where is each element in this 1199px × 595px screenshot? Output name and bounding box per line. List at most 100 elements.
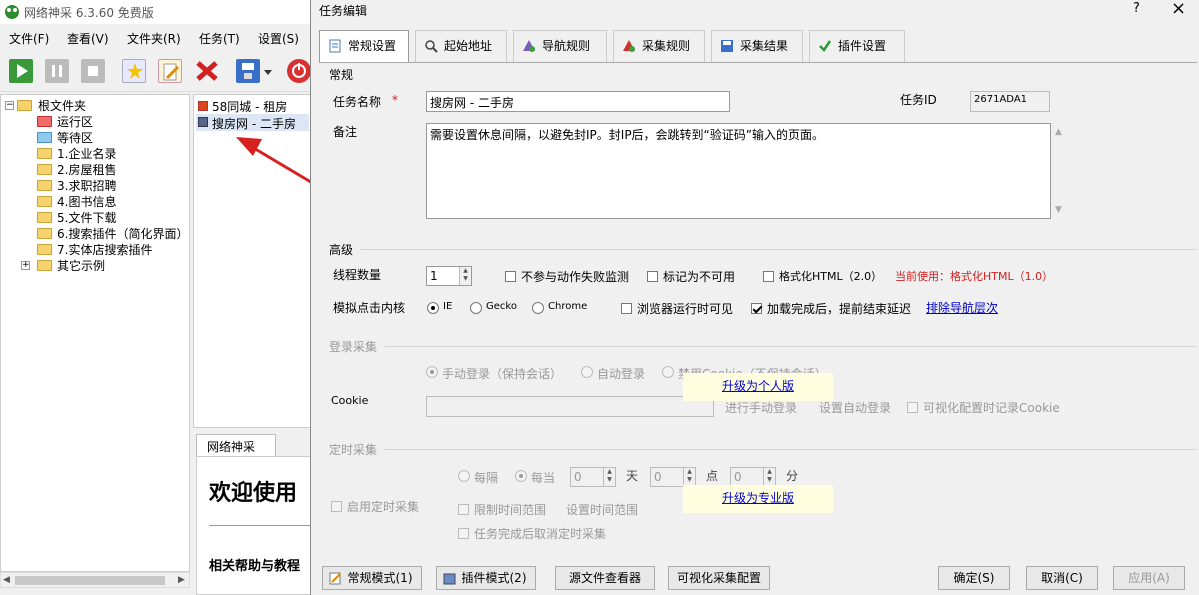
hour-stepper[interactable]: 0 ▲▼: [650, 467, 696, 487]
day-unit: 天: [626, 467, 638, 484]
stepper-arrows[interactable]: ▲▼: [603, 468, 615, 486]
auto-login-radio[interactable]: [581, 366, 593, 378]
tab-label: 插件设置: [838, 39, 886, 53]
stepper-arrows[interactable]: ▲▼: [763, 468, 775, 486]
current-use-text: 当前使用：格式化HTML（1.0）: [895, 268, 1053, 284]
section-schedule: 定时采集: [329, 441, 377, 458]
upgrade-personal-link[interactable]: 升级为个人版: [683, 373, 833, 401]
threads-stepper[interactable]: 1 ▲▼: [426, 266, 472, 286]
browser-visible-label: 浏览器运行时可见: [637, 300, 733, 317]
each-label: 每当: [531, 469, 555, 486]
exclude-nav-link[interactable]: 排除导航层次: [926, 299, 998, 316]
mark-unavailable-checkbox[interactable]: [647, 271, 658, 282]
tab-label: 导航规则: [542, 39, 590, 53]
task-name-input[interactable]: 搜房网 - 二手房: [426, 91, 730, 112]
task-name-label: 任务名称: [333, 93, 381, 110]
divider: [361, 249, 1197, 250]
button-label: 常规模式(1): [348, 571, 413, 585]
upgrade-pro-link[interactable]: 升级为专业版: [683, 485, 833, 513]
browser-visible-checkbox[interactable]: [621, 303, 632, 314]
tab-label: 起始地址: [444, 39, 492, 53]
source-viewer-button[interactable]: 源文件查看器: [555, 566, 655, 590]
tab-label: 采集规则: [642, 39, 690, 53]
close-button[interactable]: ×: [1171, 0, 1186, 19]
divider: [385, 346, 1197, 347]
enable-schedule-label: 启用定时采集: [347, 498, 419, 515]
shapes-icon: [522, 39, 536, 53]
divider: [385, 449, 1197, 450]
disable-cookie-radio[interactable]: [662, 366, 674, 378]
section-advanced: 高级: [329, 241, 353, 258]
task-id-label: 任务ID: [900, 91, 937, 108]
stepper-arrows[interactable]: ▲▼: [459, 267, 471, 285]
enable-schedule-checkbox[interactable]: [331, 501, 342, 512]
cookie-label: Cookie: [331, 394, 368, 407]
tab-general[interactable]: 常规设置: [319, 30, 409, 62]
help-button[interactable]: ?: [1133, 1, 1140, 16]
engine-ie-radio[interactable]: [427, 302, 439, 314]
save-icon: [720, 39, 734, 53]
auto-login-button[interactable]: 设置自动登录: [819, 399, 891, 416]
delay-after-load-checkbox[interactable]: [751, 303, 762, 314]
scroll-up-icon[interactable]: ▲: [1055, 127, 1062, 137]
dialog-tabs: 常规设置 起始地址 导航规则 采集规则 采集结果 插件设置: [319, 30, 1199, 62]
minute-value: 0: [734, 470, 742, 484]
button-label: 插件模式(2): [462, 571, 527, 585]
format-html-checkbox[interactable]: [763, 271, 774, 282]
format-html-label: 格式化HTML（2.0）: [779, 268, 882, 284]
visual-config-button[interactable]: 可视化采集配置: [668, 566, 770, 590]
document-icon: [329, 572, 342, 585]
document-icon: [328, 39, 342, 53]
stepper-arrows[interactable]: ▲▼: [683, 468, 695, 486]
minute-stepper[interactable]: 0 ▲▼: [730, 467, 776, 487]
plugin-mode-button[interactable]: 插件模式(2): [436, 566, 536, 590]
tab-results[interactable]: 采集结果: [711, 30, 803, 62]
section-login: 登录采集: [329, 338, 377, 355]
apply-button[interactable]: 应用(A): [1113, 566, 1185, 590]
cancel-after-label: 任务完成后取消定时采集: [474, 525, 606, 542]
tab-label: 采集结果: [740, 39, 788, 53]
shapes-icon: [622, 39, 636, 53]
normal-mode-button[interactable]: 常规模式(1): [322, 566, 422, 590]
tab-plugins[interactable]: 插件设置: [809, 30, 905, 62]
threads-label: 线程数量: [333, 266, 381, 283]
visual-record-checkbox[interactable]: [907, 402, 918, 413]
no-monitor-checkbox[interactable]: [505, 271, 516, 282]
hour-value: 0: [654, 470, 662, 484]
day-value: 0: [574, 470, 582, 484]
every-label: 每隔: [474, 469, 498, 486]
search-icon: [424, 39, 438, 53]
engine-gecko-radio[interactable]: [470, 302, 482, 314]
every-radio[interactable]: [458, 470, 470, 482]
engine-gecko-label: Gecko: [486, 301, 517, 312]
tab-nav-rules[interactable]: 导航规则: [513, 30, 607, 62]
engine-chrome-label: Chrome: [548, 301, 587, 312]
ok-button[interactable]: 确定(S): [938, 566, 1010, 590]
tab-collect-rules[interactable]: 采集规则: [613, 30, 705, 62]
day-stepper[interactable]: 0 ▲▼: [570, 467, 616, 487]
scroll-down-icon[interactable]: ▼: [1055, 205, 1062, 215]
no-monitor-label: 不参与动作失败监测: [521, 268, 629, 285]
task-edit-dialog: 任务编辑 ? × 常规设置 起始地址 导航规则 采集规则 采集结果: [310, 0, 1199, 595]
minute-unit: 分: [786, 467, 798, 484]
each-radio[interactable]: [515, 470, 527, 482]
manual-login-button[interactable]: 进行手动登录: [725, 399, 797, 416]
general-settings-panel: 常规 任务名称 * 搜房网 - 二手房 任务ID 2671ADA1 备注 需要设…: [319, 62, 1197, 558]
plugin-icon: [443, 572, 456, 585]
tab-start-url[interactable]: 起始地址: [415, 30, 507, 62]
cookie-input[interactable]: [426, 396, 714, 417]
task-id-field: 2671ADA1: [970, 91, 1050, 112]
manual-login-radio[interactable]: [426, 366, 438, 378]
limit-range-checkbox[interactable]: [458, 504, 469, 515]
tab-label: 常规设置: [348, 39, 396, 53]
engine-label: 模拟点击内核: [333, 299, 405, 316]
set-range-button[interactable]: 设置时间范围: [566, 501, 638, 518]
engine-chrome-radio[interactable]: [532, 302, 544, 314]
cancel-button[interactable]: 取消(C): [1026, 566, 1098, 590]
remark-textarea[interactable]: 需要设置休息间隔，以避免封IP。封IP后，会跳转到“验证码”输入的页面。: [426, 123, 1051, 219]
limit-range-label: 限制时间范围: [474, 501, 546, 518]
cancel-after-checkbox[interactable]: [458, 528, 469, 539]
delay-after-load-label: 加载完成后，提前结束延迟: [767, 300, 911, 317]
visual-record-label: 可视化配置时记录Cookie: [923, 399, 1060, 416]
mark-unavailable-label: 标记为不可用: [663, 268, 735, 285]
